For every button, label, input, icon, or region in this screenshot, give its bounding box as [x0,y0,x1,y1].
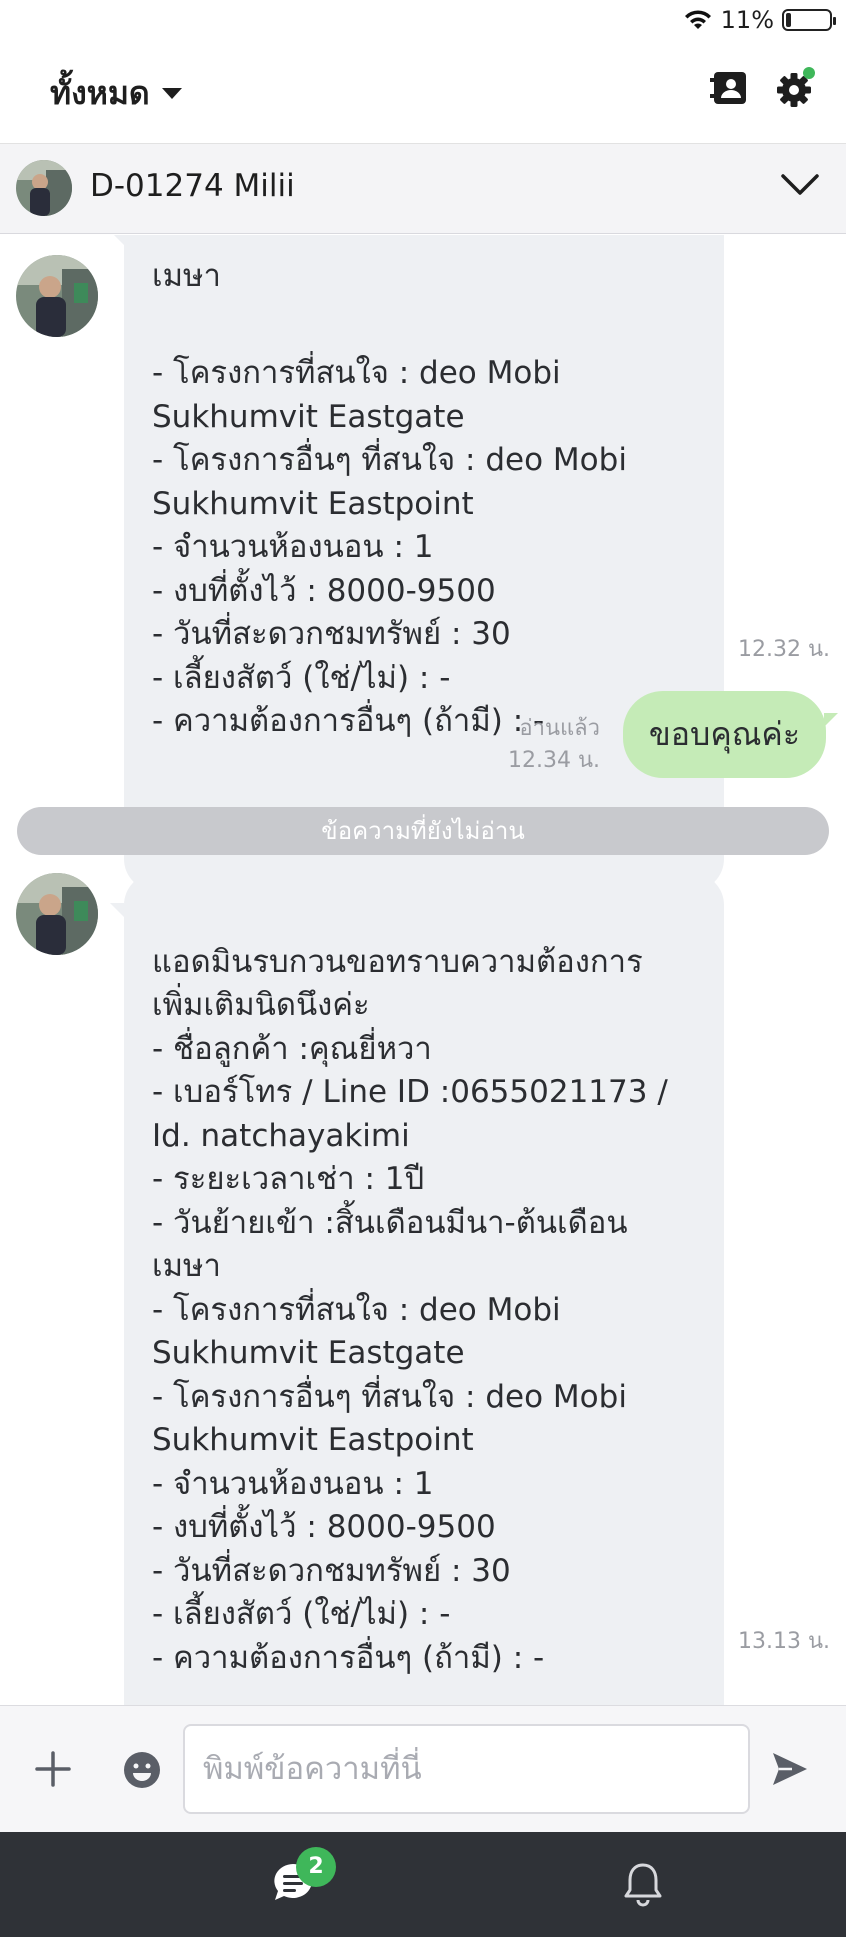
contact-avatar [16,160,72,216]
emoji-icon[interactable] [122,1750,162,1790]
message-time: 13.13 น. [738,1629,831,1654]
incoming-message-bubble[interactable]: เมษา - โครงการที่สนใจ : deo Mobi Sukhumv… [110,235,724,891]
caret-down-icon [161,88,182,99]
bell-icon[interactable] [622,1860,664,1908]
message-time: 12.32 น. [738,637,831,662]
battery-percent: 11% [720,6,774,34]
outgoing-message-bubble[interactable]: ขอบคุณค่ะ [622,691,839,778]
message-text: - โครงการที่สนใจ : deo Mobi Sukhumvit Ea… [152,355,627,739]
sender-avatar[interactable] [16,255,98,337]
send-icon[interactable] [770,1750,810,1788]
chevron-down-icon[interactable] [780,172,820,198]
wifi-icon [684,10,711,29]
message-text: ขอบคุณค่ะ [648,715,800,753]
unread-badge: 2 [296,1847,336,1887]
unread-divider: ข้อความที่ยังไม่อ่าน [17,807,829,855]
contact-card-icon[interactable] [708,66,752,110]
read-receipt: อ่านแล้ว 12.34 น. [480,713,600,777]
filter-label: ทั้งหมด [50,74,150,112]
incoming-message-bubble[interactable]: แอดมินรบกวนขอทราบความต้องการ เพิ่มเติมนิ… [110,873,724,1705]
contact-name: D-01274 Milii [90,168,295,204]
message-text: แอดมินรบกวนขอทราบความต้องการ เพิ่มเติมนิ… [152,943,668,1676]
plus-icon[interactable] [34,1750,72,1788]
chat-title-bar[interactable]: D-01274 Milii [0,144,846,234]
sender-avatar[interactable] [16,873,98,955]
read-label: อ่านแล้ว [519,716,600,741]
status-bar: 11% [0,0,846,38]
compose-bar: พิมพ์ข้อความที่นี่ [0,1705,846,1832]
message-time: 12.34 น. [507,748,600,773]
cropped-text-line: เมษา [152,257,221,294]
bottom-nav: 2 [0,1832,846,1937]
message-list[interactable]: เมษา - โครงการที่สนใจ : deo Mobi Sukhumv… [0,235,846,1705]
message-input[interactable]: พิมพ์ข้อความที่นี่ [183,1724,750,1814]
battery-icon [782,9,836,31]
settings-gear-icon[interactable] [772,66,816,110]
filter-dropdown[interactable]: ทั้งหมด [50,68,182,119]
app-header: ทั้งหมด [0,38,846,144]
